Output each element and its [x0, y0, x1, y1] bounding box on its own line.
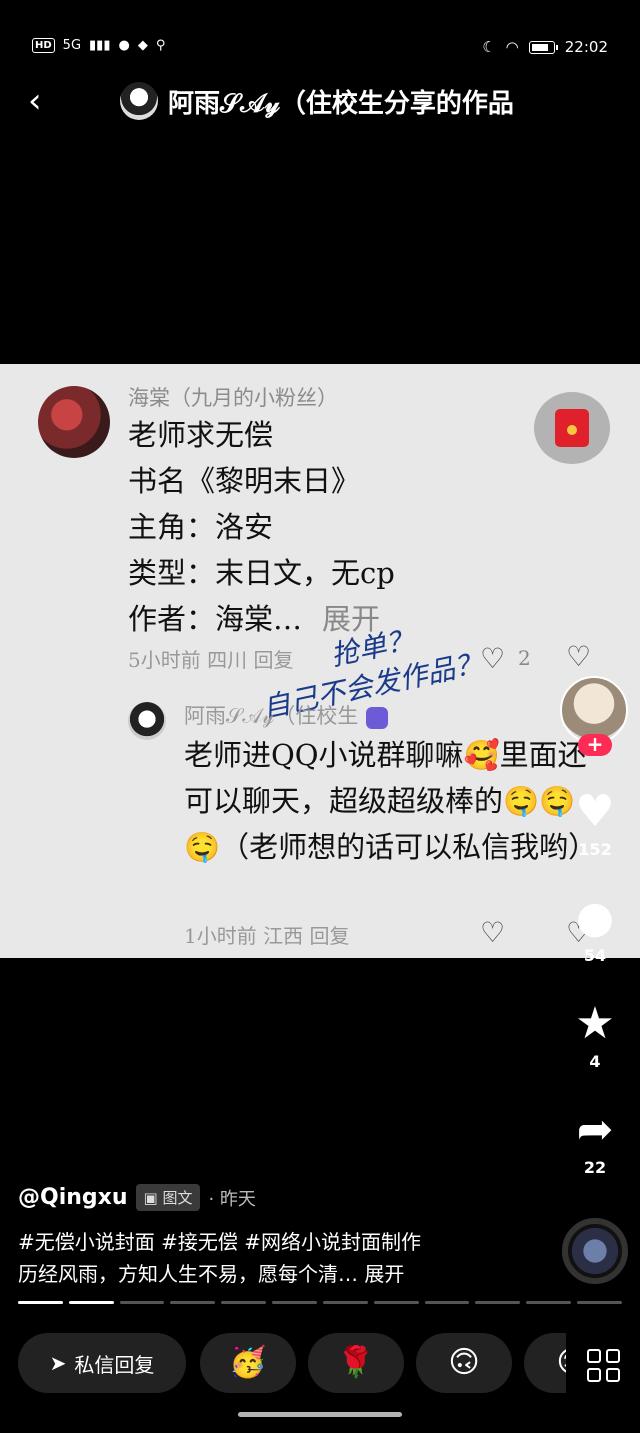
- commenter-name: 海棠（九月的小粉丝）: [128, 386, 338, 410]
- comment-line: 类型：末日文，无cp: [128, 556, 395, 590]
- comment-action[interactable]: ● 54: [560, 892, 630, 966]
- comment-meta: 5小时前 四川 回复: [128, 648, 294, 672]
- progress-segment: [475, 1301, 521, 1304]
- comment-count: 54: [583, 946, 607, 965]
- location-icon: ⚲: [155, 38, 166, 53]
- progress-segment: [18, 1301, 63, 1304]
- reply-avatar: [128, 702, 166, 740]
- bottom-bar: ➤ 私信回复 🥳 🌹 🙃 😊: [0, 1333, 640, 1397]
- comment-text: 老师求无偿 书名《黎明末日》 主角：洛安 类型：末日文，无cp 作者：海棠… 展开: [128, 412, 395, 642]
- post-type-badge: ▣ 图文: [135, 1184, 201, 1211]
- post-type-label: 图文: [162, 1189, 193, 1207]
- level-badge-icon: [366, 706, 389, 729]
- comment-line: 老师求无偿: [128, 418, 274, 452]
- author-row: @Qingxu ▣ 图文 · 昨天: [18, 1184, 256, 1211]
- status-left: HD 5G ▮▮▮ ● ◆ ⚲: [32, 38, 165, 53]
- grid-icon: [586, 1348, 620, 1382]
- image-icon: ▣: [143, 1189, 163, 1207]
- reply-name: 阿雨𝒮𝒜𝓎（住校生: [184, 700, 389, 730]
- title-area[interactable]: 阿雨𝒮𝒜𝓎（住校生分享的作品: [120, 82, 514, 120]
- network-label: 5G: [62, 38, 82, 53]
- progress-segment: [68, 1301, 114, 1304]
- qq-icon: ◆: [137, 38, 148, 53]
- comment-line-text: 作者：海棠…: [128, 602, 303, 636]
- status-right: ☾ ◠ 22:02: [482, 38, 608, 56]
- like-count: 152: [578, 840, 612, 859]
- grid-menu-button[interactable]: [566, 1333, 640, 1397]
- hashtags[interactable]: #无偿小说封面 #接无偿 #网络小说封面制作: [18, 1226, 421, 1255]
- progress-segment: [526, 1301, 572, 1304]
- share-count: 22: [583, 1158, 607, 1177]
- progress-segment: [373, 1301, 419, 1304]
- battery-fill: [531, 43, 548, 51]
- clock: 22:02: [564, 38, 608, 56]
- emoji-reply-button[interactable]: 🥳: [200, 1333, 296, 1393]
- signal-icon: ▮▮▮: [89, 38, 111, 53]
- page-title: 阿雨𝒮𝒜𝓎（住校生分享的作品: [168, 88, 514, 119]
- like-action[interactable]: ♥ 152: [560, 786, 630, 860]
- top-nav: ‹ 阿雨𝒮𝒜𝓎（住校生分享的作品: [0, 76, 640, 128]
- post-time: · 昨天: [208, 1188, 256, 1210]
- comment-icon: ●: [575, 892, 615, 943]
- music-disc-icon[interactable]: [562, 1218, 628, 1284]
- slide-progress: [18, 1301, 622, 1304]
- reply-name-text: 阿雨𝒮𝒜𝓎（住校生: [184, 704, 359, 728]
- progress-segment: [119, 1301, 165, 1304]
- progress-segment: [221, 1301, 267, 1304]
- emoji-reply-button[interactable]: 🌹: [308, 1333, 404, 1393]
- wifi-icon: ◠: [505, 38, 519, 56]
- home-indicator[interactable]: [238, 1412, 402, 1417]
- back-button[interactable]: ‹: [28, 84, 64, 120]
- reply-text: 老师进QQ小说群聊嘛🥰里面还可以聊天，超级超级棒的🤤🤤🤤（老师想的话可以私信我哟…: [184, 738, 598, 864]
- chevron-left-icon: ‹: [28, 81, 42, 121]
- favorite-action[interactable]: ★ 4: [560, 998, 630, 1072]
- progress-segment: [424, 1301, 470, 1304]
- broken-heart-icon: ♡: [566, 640, 592, 673]
- comment-line: 书名《黎明末日》: [128, 464, 361, 498]
- progress-segment: [577, 1301, 622, 1304]
- wechat-icon: ●: [118, 38, 130, 53]
- reply-meta: 1小时前 江西 回复: [184, 924, 350, 948]
- share-arrow-icon: ➦: [576, 1104, 614, 1155]
- follow-button[interactable]: +: [578, 734, 612, 756]
- emoji-reply-button[interactable]: 🙃: [416, 1333, 512, 1393]
- progress-segment: [272, 1301, 317, 1304]
- star-icon: ★: [575, 998, 615, 1049]
- heart-icon: ♥: [575, 786, 615, 837]
- progress-segment: [322, 1301, 368, 1304]
- post-caption[interactable]: 历经风雨，方知人生不易，愿每个清… 展开: [18, 1258, 404, 1287]
- author-avatar[interactable]: [120, 82, 158, 120]
- heart-icon: ♡: [480, 916, 506, 949]
- author-handle[interactable]: @Qingxu: [18, 1185, 128, 1210]
- red-packet-icon: [534, 392, 610, 464]
- post-image[interactable]: 海棠（九月的小粉丝） 老师求无偿 书名《黎明末日》 主角：洛安 类型：末日文，无…: [0, 364, 640, 958]
- share-action[interactable]: ➦ 22: [560, 1104, 630, 1178]
- favorite-count: 4: [589, 1052, 601, 1071]
- dm-reply-label: 私信回复: [74, 1352, 155, 1377]
- heart-icon: ♡: [480, 642, 506, 675]
- dm-reply-button[interactable]: ➤ 私信回复: [18, 1333, 186, 1393]
- send-icon: ➤: [49, 1351, 67, 1375]
- like-count: 2: [518, 646, 531, 670]
- moon-icon: ☾: [482, 38, 496, 56]
- commenter-avatar: [38, 386, 110, 458]
- battery-icon: [528, 40, 558, 54]
- progress-segment: [170, 1301, 216, 1304]
- hd-icon: HD: [32, 38, 55, 53]
- comment-line: 主角：洛安: [128, 510, 274, 544]
